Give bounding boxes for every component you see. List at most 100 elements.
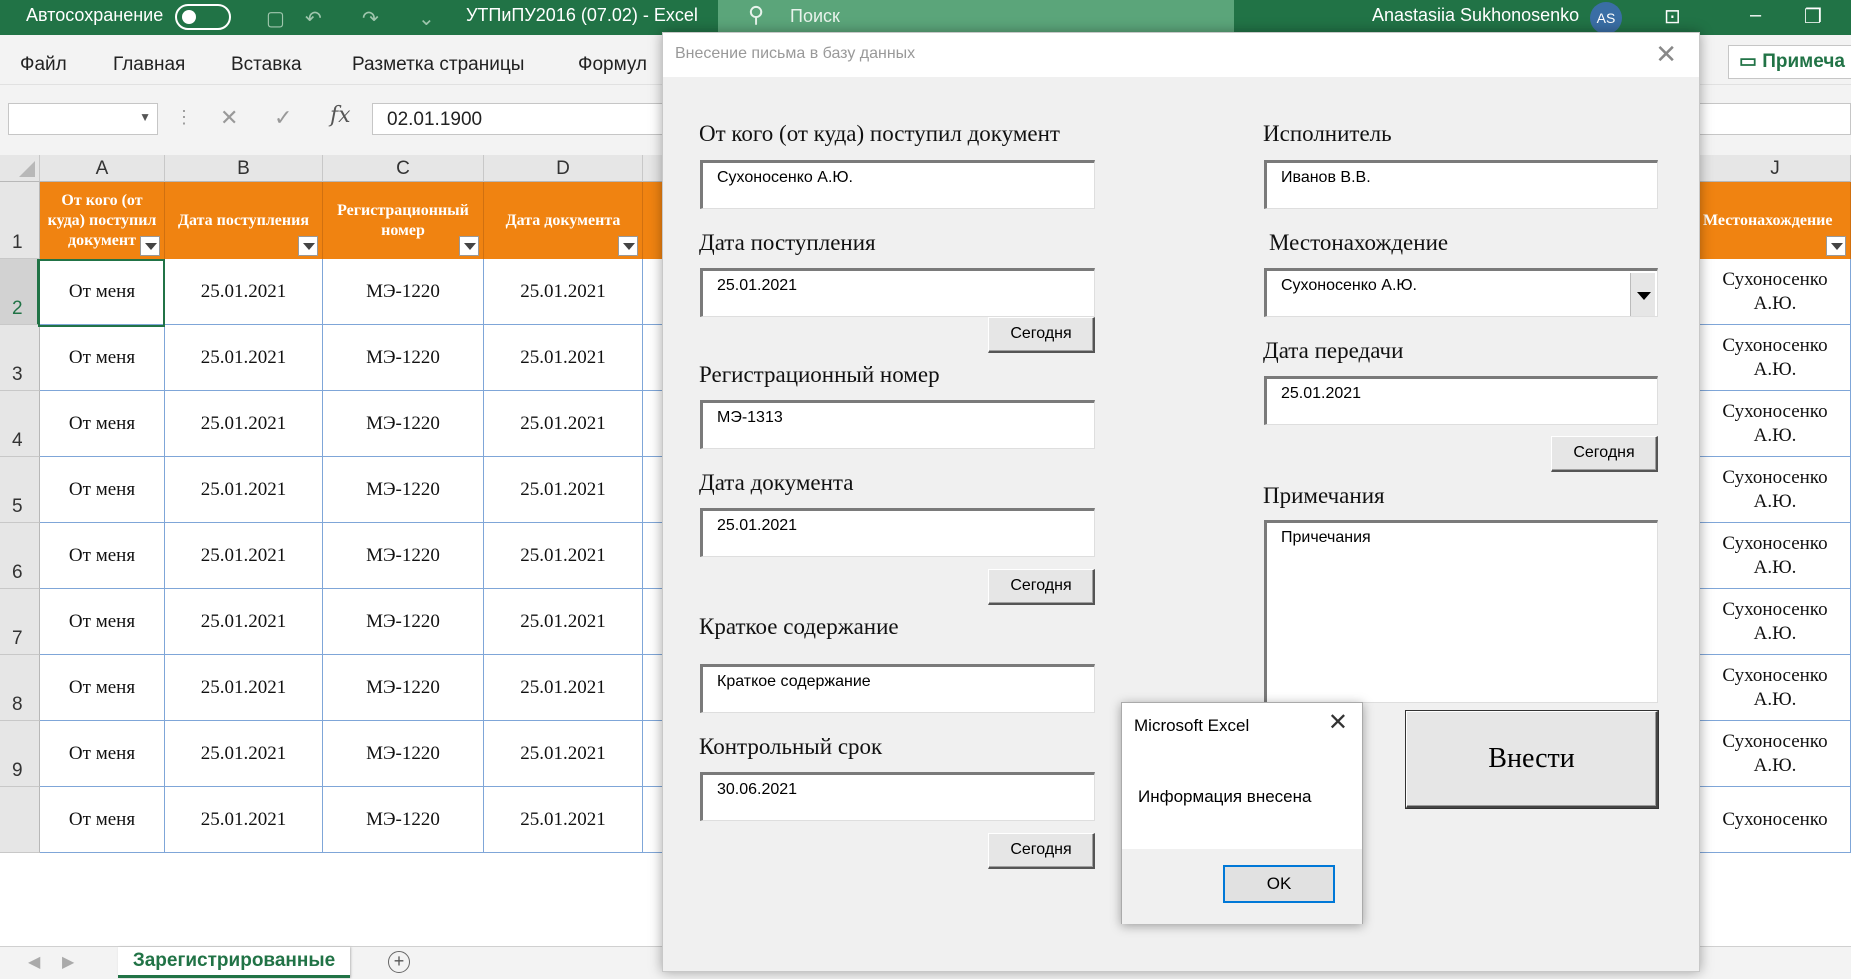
table-cell[interactable]: 25.01.2021: [165, 589, 323, 655]
table-cell[interactable]: 25.01.2021: [165, 721, 323, 787]
table-cell[interactable]: МЭ-1220: [323, 523, 484, 589]
table-cell[interactable]: МЭ-1220: [323, 259, 484, 325]
select-all-corner[interactable]: [0, 155, 40, 182]
row-header[interactable]: 8: [0, 655, 40, 721]
close-icon[interactable]: ✕: [1655, 39, 1677, 70]
row-header-1[interactable]: 1: [0, 182, 40, 259]
received-date-field[interactable]: 25.01.2021: [700, 268, 1095, 317]
table-cell[interactable]: [643, 721, 663, 787]
filter-dropdown-icon[interactable]: [618, 236, 638, 256]
row-header[interactable]: 5: [0, 457, 40, 523]
docdate-today-button[interactable]: Сегодня: [988, 569, 1095, 605]
scroll-left-icon[interactable]: ◀: [28, 952, 40, 972]
sheet-tab-registered[interactable]: Зарегистрированные: [118, 947, 350, 978]
table-cell[interactable]: Сухоносенко А.Ю.: [1700, 325, 1851, 391]
table-cell[interactable]: 25.01.2021: [165, 523, 323, 589]
header-cell-e[interactable]: [643, 182, 663, 259]
table-cell[interactable]: 25.01.2021: [165, 259, 323, 325]
filter-dropdown-icon[interactable]: [298, 236, 318, 256]
column-header-c[interactable]: C: [323, 155, 484, 182]
chevron-down-icon[interactable]: ▼: [139, 110, 151, 124]
table-cell[interactable]: От меня: [40, 457, 165, 523]
enter-icon[interactable]: ✓: [274, 105, 292, 131]
table-cell[interactable]: Сухоносенко А.Ю.: [1700, 655, 1851, 721]
location-combobox[interactable]: Сухоносенко А.Ю.: [1264, 268, 1658, 317]
name-box[interactable]: ▼: [8, 103, 158, 135]
table-cell[interactable]: 25.01.2021: [165, 391, 323, 457]
table-cell[interactable]: 25.01.2021: [165, 787, 323, 853]
row-header[interactable]: 3: [0, 325, 40, 391]
table-cell[interactable]: 25.01.2021: [484, 787, 643, 853]
table-cell[interactable]: От меня: [40, 391, 165, 457]
header-cell-location[interactable]: Местонахождение: [1700, 182, 1851, 259]
search-box[interactable]: ⚲ Поиск: [718, 0, 1234, 35]
table-cell[interactable]: Сухоносенко А.Ю.: [1700, 721, 1851, 787]
avatar[interactable]: AS: [1590, 2, 1622, 34]
docdate-field[interactable]: 25.01.2021: [700, 508, 1095, 557]
table-cell[interactable]: [643, 259, 663, 325]
tab-insert[interactable]: Вставка: [231, 54, 302, 76]
table-cell[interactable]: [643, 523, 663, 589]
table-cell[interactable]: МЭ-1220: [323, 457, 484, 523]
table-cell[interactable]: МЭ-1220: [323, 391, 484, 457]
table-cell[interactable]: 25.01.2021: [484, 259, 643, 325]
restore-icon[interactable]: ❐: [1804, 4, 1822, 29]
table-cell[interactable]: Сухоносенко А.Ю.: [1700, 259, 1851, 325]
deadline-field[interactable]: 30.06.2021: [700, 772, 1095, 821]
table-cell[interactable]: МЭ-1220: [323, 787, 484, 853]
table-cell[interactable]: МЭ-1220: [323, 325, 484, 391]
column-header-j[interactable]: J: [1700, 155, 1851, 182]
row-header[interactable]: 6: [0, 523, 40, 589]
table-cell[interactable]: МЭ-1220: [323, 589, 484, 655]
table-cell[interactable]: 25.01.2021: [484, 325, 643, 391]
tab-formulas[interactable]: Формул: [578, 54, 647, 76]
submit-button[interactable]: Внести: [1406, 711, 1658, 808]
autosave-toggle[interactable]: [175, 4, 231, 30]
summary-field[interactable]: Краткое содержание: [700, 664, 1095, 713]
table-cell[interactable]: 25.01.2021: [484, 523, 643, 589]
table-cell[interactable]: 25.01.2021: [165, 325, 323, 391]
received-today-button[interactable]: Сегодня: [988, 317, 1095, 353]
transfer-date-field[interactable]: 25.01.2021: [1264, 376, 1658, 425]
table-cell[interactable]: От меня: [40, 655, 165, 721]
table-cell[interactable]: 25.01.2021: [484, 589, 643, 655]
header-cell-from[interactable]: От кого (от куда) поступил документ: [40, 182, 165, 259]
add-sheet-icon[interactable]: +: [388, 951, 410, 973]
tab-page-layout[interactable]: Разметка страницы: [352, 54, 524, 76]
minimize-icon[interactable]: –: [1750, 4, 1761, 27]
column-header-d[interactable]: D: [484, 155, 643, 182]
table-cell[interactable]: 25.01.2021: [484, 391, 643, 457]
insert-function-icon[interactable]: fx: [330, 103, 351, 128]
scroll-right-icon[interactable]: ▶: [62, 952, 74, 972]
table-cell[interactable]: Сухоносенко А.Ю.: [1700, 457, 1851, 523]
filter-dropdown-icon[interactable]: [140, 236, 160, 256]
undo-icon[interactable]: ↶: [305, 6, 322, 31]
header-cell-received[interactable]: Дата поступления: [165, 182, 323, 259]
table-cell[interactable]: [643, 325, 663, 391]
table-cell[interactable]: От меня: [40, 787, 165, 853]
tab-file[interactable]: Файл: [20, 54, 67, 76]
filter-dropdown-icon[interactable]: [1826, 236, 1846, 256]
table-cell[interactable]: 25.01.2021: [484, 655, 643, 721]
table-cell[interactable]: Сухоносенко А.Ю.: [1700, 523, 1851, 589]
table-cell[interactable]: Сухоносенко: [1700, 787, 1851, 853]
executor-field[interactable]: Иванов В.В.: [1264, 160, 1658, 209]
notes-textarea[interactable]: Причечания: [1264, 520, 1658, 703]
ribbon-display-icon[interactable]: ⊡: [1664, 4, 1681, 29]
row-header[interactable]: 2: [0, 259, 40, 325]
save-icon[interactable]: ▢: [266, 6, 285, 31]
row-header[interactable]: 4: [0, 391, 40, 457]
header-cell-regnum[interactable]: Регистрационный номер: [323, 182, 484, 259]
regnum-field[interactable]: МЭ-1313: [700, 400, 1095, 449]
redo-icon[interactable]: ↷: [362, 6, 379, 31]
table-cell[interactable]: [643, 787, 663, 853]
row-header[interactable]: 7: [0, 589, 40, 655]
transfer-today-button[interactable]: Сегодня: [1551, 436, 1658, 472]
customize-icon[interactable]: ⌄: [418, 6, 435, 31]
table-cell[interactable]: МЭ-1220: [323, 721, 484, 787]
column-header-a[interactable]: A: [40, 155, 165, 182]
table-cell[interactable]: Сухоносенко А.Ю.: [1700, 589, 1851, 655]
table-cell[interactable]: [643, 391, 663, 457]
cancel-icon[interactable]: ✕: [220, 105, 238, 131]
filter-dropdown-icon[interactable]: [459, 236, 479, 256]
